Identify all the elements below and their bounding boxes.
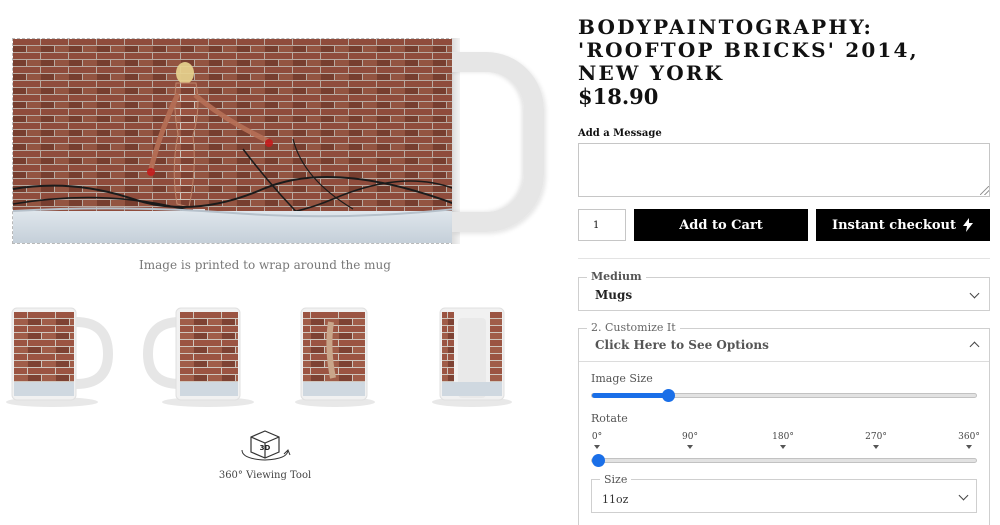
chevron-up-icon: [969, 341, 980, 352]
size-value: 11oz: [602, 493, 629, 506]
chevron-down-icon: [969, 288, 980, 299]
image-size-thumb[interactable]: [662, 389, 675, 402]
wrap-caption: Image is printed to wrap around the mug: [139, 258, 391, 272]
size-select[interactable]: Size 11oz: [591, 473, 977, 513]
resize-grip-icon[interactable]: [980, 186, 989, 195]
customize-section: 2. Customize It Click Here to See Option…: [578, 321, 990, 525]
image-size-label: Image Size: [591, 372, 653, 385]
rotate-tick-label: 90°: [682, 432, 698, 442]
image-size-slider[interactable]: [591, 393, 977, 398]
message-field[interactable]: [578, 143, 990, 197]
rotate-tick-label: 360°: [958, 432, 980, 442]
thumbnail-mug-left[interactable]: [138, 298, 258, 410]
add-to-cart-button[interactable]: Add to Cart: [634, 209, 808, 241]
image-size-fill: [592, 393, 669, 398]
customize-toggle-label: Click Here to See Options: [595, 338, 769, 352]
thumbnail-strip: [0, 298, 540, 410]
thumbnail-mug-side[interactable]: [420, 298, 540, 410]
medium-legend: Medium: [587, 270, 646, 283]
mug-preview: [12, 38, 544, 248]
rotate-label: Rotate: [591, 412, 628, 425]
section-divider: [578, 258, 990, 259]
message-label: Add a Message: [578, 128, 662, 139]
rotate-tick-marker: [873, 445, 879, 449]
rotate-tick-label: 180°: [772, 432, 794, 442]
product-title: BODYPAINTOGRAPHY: 'ROOFTOP BRICKS' 2014,…: [578, 15, 919, 85]
size-legend: Size: [600, 473, 632, 486]
rotate-tick-marker: [594, 445, 600, 449]
rotate-tick-marker: [687, 445, 693, 449]
medium-select[interactable]: Medium Mugs: [578, 270, 990, 311]
rotate-tick-marker: [966, 445, 972, 449]
artwork-brick-wall: [13, 39, 453, 243]
instant-checkout-button[interactable]: Instant checkout: [816, 209, 990, 241]
quantity-input[interactable]: [578, 209, 626, 241]
viewer-badge: 3D: [260, 444, 271, 452]
viewer-label: 360° Viewing Tool: [218, 470, 312, 481]
rotate-slider[interactable]: [591, 458, 977, 463]
instant-checkout-label: Instant checkout: [832, 217, 956, 233]
customize-toggle[interactable]: Click Here to See Options: [579, 329, 989, 362]
mug-handle: [452, 52, 544, 232]
add-to-cart-label: Add to Cart: [679, 217, 763, 233]
mug-print-area: [12, 38, 454, 244]
rotate-tick-label: 0°: [591, 432, 603, 442]
cube-3d-icon: 3D: [241, 430, 291, 461]
rotate-tick-label: 270°: [865, 432, 887, 442]
product-price: $18.90: [578, 84, 659, 109]
rotate-thumb[interactable]: [592, 454, 605, 467]
lightning-bolt-icon: [962, 218, 973, 232]
chevron-down-icon: [958, 490, 969, 501]
viewer-360-tool[interactable]: 3D 360° Viewing Tool: [215, 428, 315, 481]
thumbnail-mug-front[interactable]: [283, 298, 403, 410]
rotate-tick-marker: [780, 445, 786, 449]
thumbnail-mug-right[interactable]: [0, 298, 120, 410]
medium-value: Mugs: [595, 288, 633, 302]
